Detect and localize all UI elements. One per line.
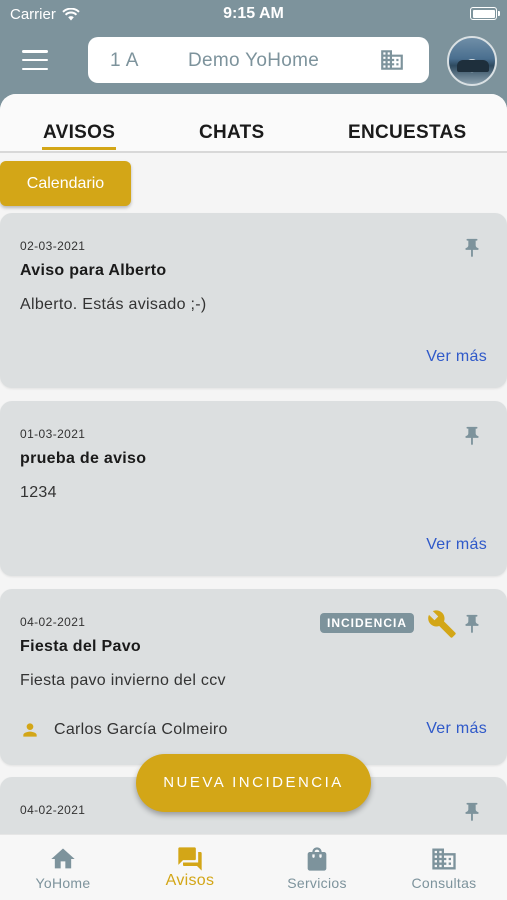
pin-icon[interactable] — [461, 423, 483, 449]
notice-author: Carlos García Colmeiro — [20, 720, 228, 740]
building-icon — [432, 848, 456, 870]
community-selector[interactable]: 1 A Demo YoHome — [88, 37, 429, 83]
bottom-nav: YoHome Avisos Servicios Consultas — [0, 834, 507, 900]
new-incident-button[interactable]: NUEVA INCIDENCIA — [136, 754, 371, 812]
pin-icon[interactable] — [461, 611, 483, 637]
person-icon — [23, 723, 37, 737]
incident-badge: INCIDENCIA — [320, 613, 415, 633]
nav-item-avisos[interactable]: Avisos — [127, 835, 253, 900]
avatar[interactable] — [447, 36, 497, 86]
calendar-button[interactable]: Calendario — [0, 161, 131, 206]
nav-item-servicios[interactable]: Servicios — [254, 835, 380, 900]
forum-icon — [178, 847, 202, 871]
author-name: Carlos García Colmeiro — [54, 721, 228, 738]
notice-title: Aviso para Alberto — [20, 262, 167, 279]
notice-card[interactable]: 02-03-2021 Aviso para Alberto Alberto. E… — [0, 213, 507, 388]
active-tab-indicator — [42, 147, 116, 150]
nav-label: YoHome — [35, 875, 91, 891]
community-name: Demo YoHome — [188, 50, 320, 71]
pin-icon[interactable] — [461, 799, 483, 825]
see-more-link[interactable]: Ver más — [426, 536, 487, 554]
home-icon — [51, 848, 75, 869]
notice-body: 1234 — [20, 484, 57, 501]
notice-date: 02-03-2021 — [20, 239, 86, 253]
nav-label: Servicios — [287, 875, 347, 891]
notice-body: Fiesta pavo invierno del ccv — [20, 672, 226, 689]
status-bar: Carrier 9:15 AM — [0, 0, 507, 28]
nav-item-consultas[interactable]: Consultas — [381, 835, 507, 900]
shopping-bag-icon — [307, 847, 327, 871]
notice-date: 04-02-2021 — [20, 803, 86, 817]
wrench-icon — [428, 610, 456, 638]
tab-bar: AVISOS CHATS ENCUESTAS — [0, 94, 507, 153]
status-time: 9:15 AM — [223, 5, 284, 22]
notice-date: 01-03-2021 — [20, 427, 86, 441]
notice-card[interactable]: 01-03-2021 prueba de aviso 1234 Ver más — [0, 401, 507, 576]
pin-icon[interactable] — [461, 235, 483, 261]
notice-date: 04-02-2021 — [20, 615, 86, 629]
notice-body: Alberto. Estás avisado ;-) — [20, 296, 207, 313]
unit-label: 1 A — [110, 50, 139, 71]
battery-icon — [470, 7, 500, 20]
tab-avisos[interactable]: AVISOS — [43, 122, 115, 144]
see-more-link[interactable]: Ver más — [426, 348, 487, 366]
see-more-link[interactable]: Ver más — [426, 720, 487, 738]
nav-label: Avisos — [165, 872, 215, 889]
tab-chats[interactable]: CHATS — [199, 122, 265, 144]
main-panel: AVISOS CHATS ENCUESTAS Calendario 02-03-… — [0, 94, 507, 834]
nav-item-yohome[interactable]: YoHome — [0, 835, 126, 900]
menu-icon[interactable] — [22, 50, 48, 70]
nav-label: Consultas — [411, 875, 477, 891]
notice-card[interactable]: 04-02-2021 Fiesta del Pavo Fiesta pavo i… — [0, 589, 507, 765]
notice-title: prueba de aviso — [20, 450, 147, 467]
tab-encuestas[interactable]: ENCUESTAS — [348, 122, 466, 144]
building-icon — [381, 50, 403, 70]
notice-title: Fiesta del Pavo — [20, 638, 141, 655]
